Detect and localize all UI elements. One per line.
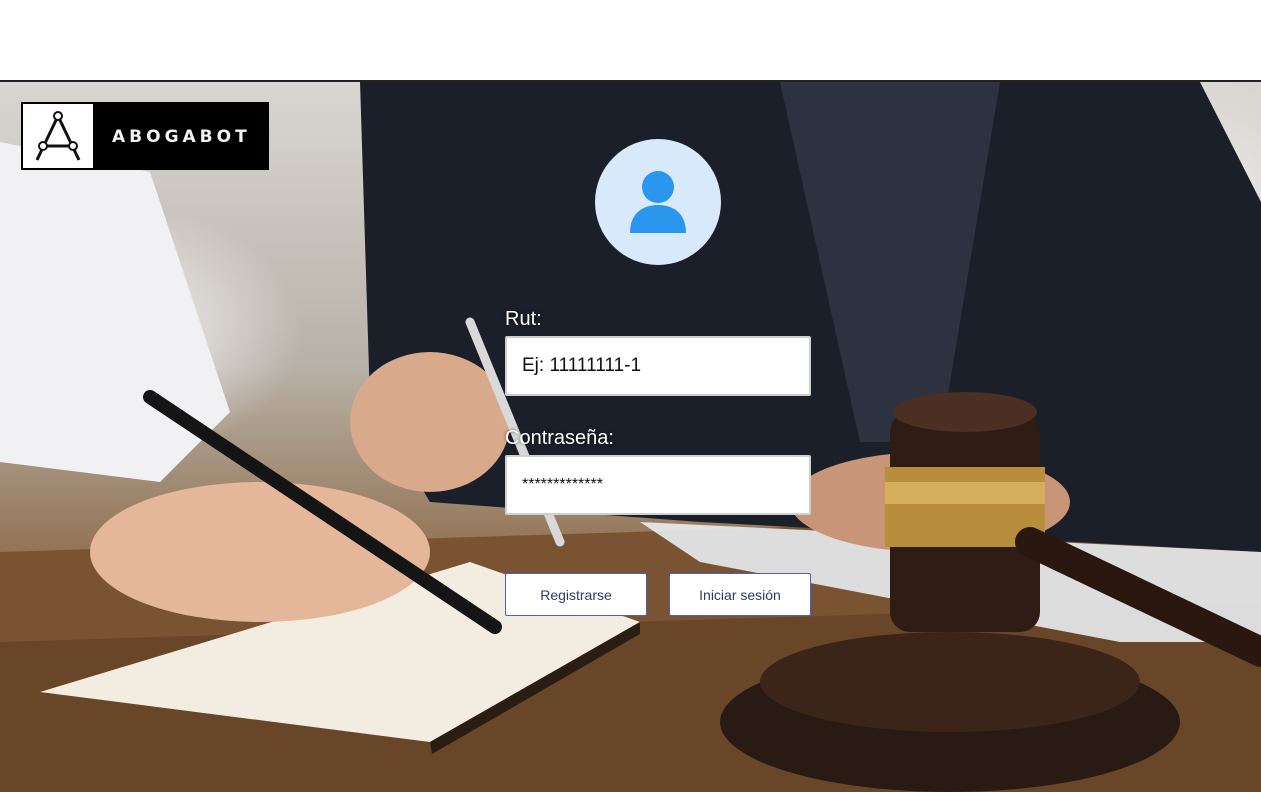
password-label: Contraseña:	[505, 427, 614, 449]
rut-label: Rut:	[505, 308, 542, 330]
brand-logo: ABOGABOT	[21, 102, 269, 170]
login-button[interactable]: Iniciar sesión	[669, 573, 811, 616]
abogabot-logo-icon	[23, 104, 93, 168]
user-icon	[630, 171, 686, 233]
password-input[interactable]	[505, 455, 811, 515]
user-avatar	[595, 139, 721, 265]
brand-name: ABOGABOT	[112, 127, 251, 147]
register-button[interactable]: Registrarse	[505, 573, 647, 616]
top-bar	[0, 0, 1261, 82]
rut-input[interactable]	[505, 336, 811, 396]
